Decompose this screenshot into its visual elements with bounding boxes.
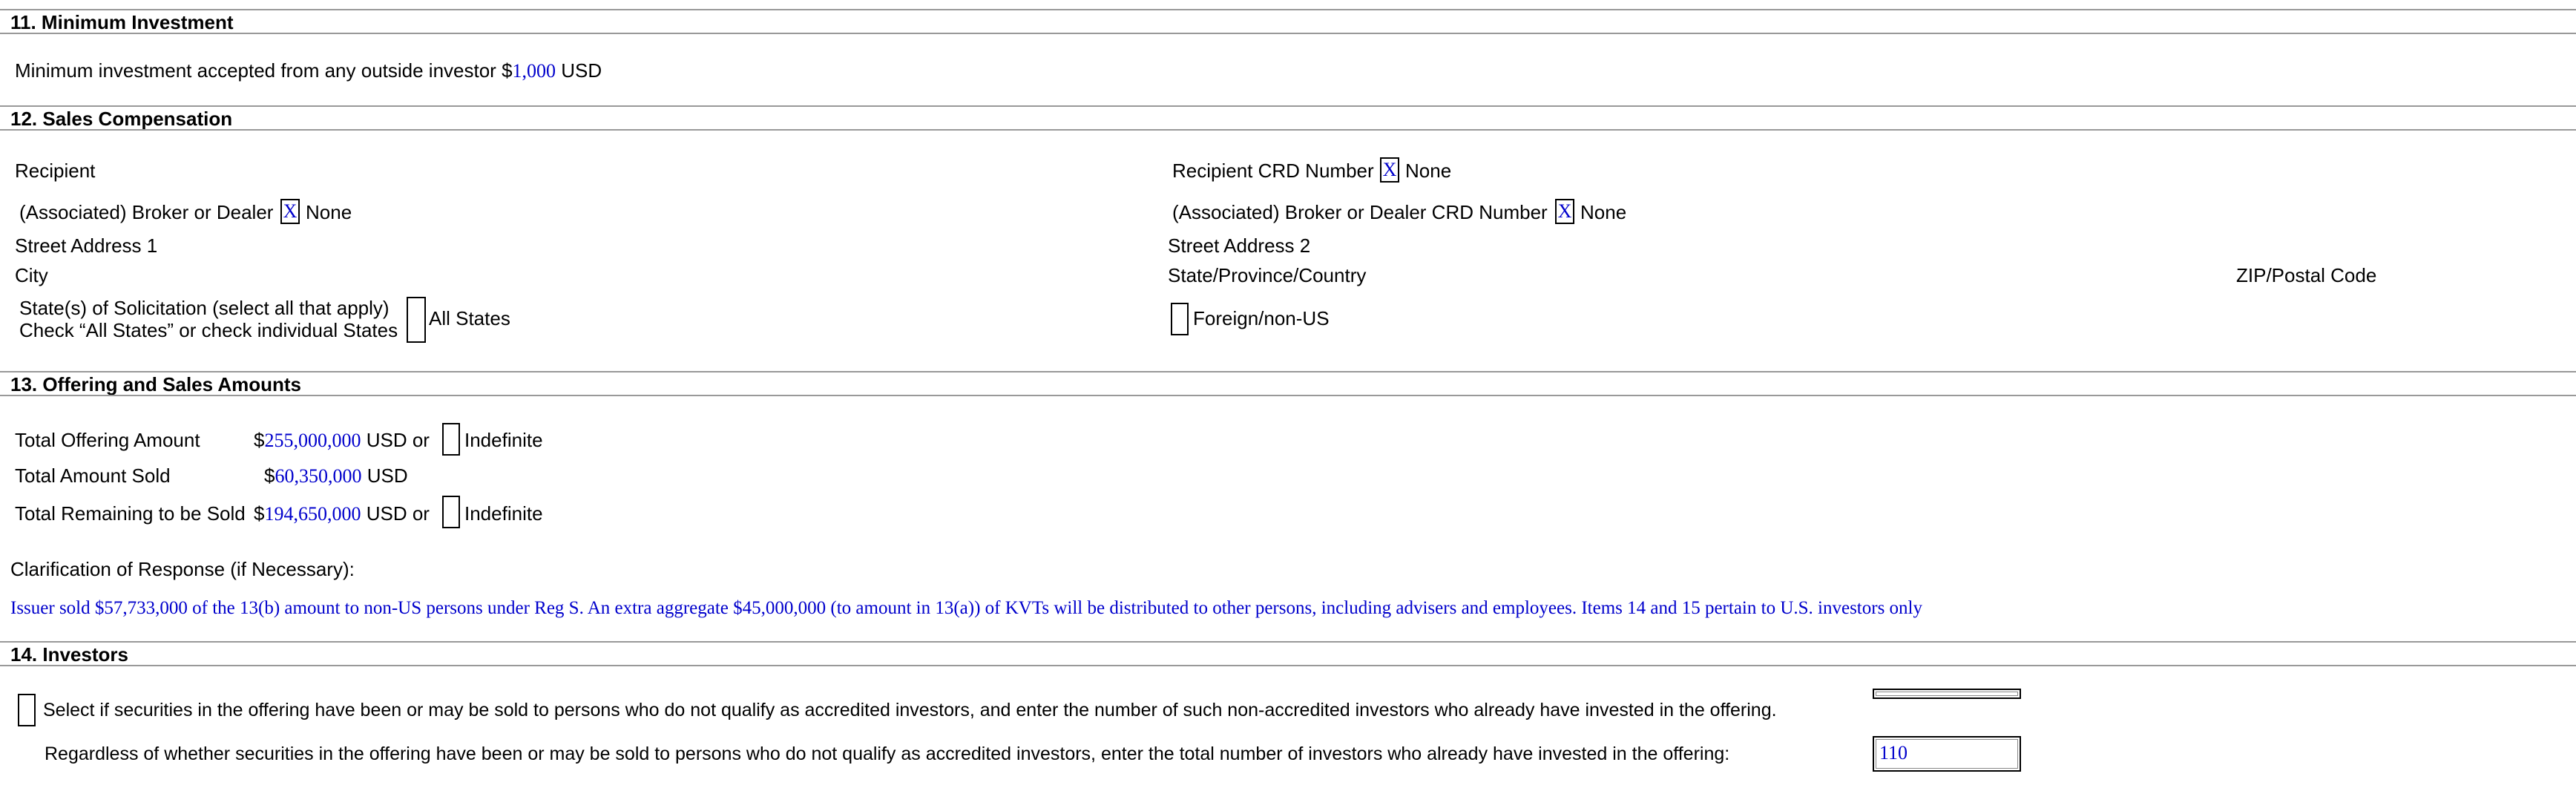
recipient-label: Recipient [15, 160, 96, 182]
total-sold-value: 60,350,000 [275, 465, 362, 487]
broker-label: (Associated) Broker or Dealer [19, 201, 274, 223]
currency-unit: USD [561, 59, 602, 82]
section-12-title: 12. Sales Compensation [10, 108, 233, 130]
broker-none-label: None [306, 201, 352, 223]
state-label: State/Province/Country [1168, 264, 1367, 286]
total-sold-label: Total Amount Sold [15, 464, 171, 487]
currency-symbol: $ [264, 464, 275, 487]
total-investors-label: Regardless of whether securities in the … [45, 743, 1730, 764]
currency-symbol: $ [254, 429, 265, 451]
total-sold-row: $60,350,000 USD [264, 464, 408, 487]
non-accredited-label: Select if securities in the offering hav… [43, 700, 1777, 720]
total-remaining-label: Total Remaining to be Sold [15, 502, 246, 525]
currency-unit: USD [366, 429, 407, 451]
broker-crd-label: (Associated) Broker or Dealer CRD Number [1172, 201, 1548, 223]
currency-unit: USD [367, 464, 408, 487]
total-offering-row: $255,000,000 USD or [254, 429, 430, 452]
divider [0, 371, 2576, 372]
non-accredited-checkbox[interactable] [18, 694, 36, 726]
total-offering-indefinite-checkbox[interactable] [442, 423, 460, 456]
divider [0, 395, 2576, 396]
broker-crd-none-label: None [1580, 201, 1627, 223]
total-investors-value: 110 [1876, 739, 2018, 769]
clarification-text: Issuer sold $57,733,000 of the 13(b) amo… [10, 598, 1922, 618]
divider [0, 33, 2576, 34]
section-11-title: 11. Minimum Investment [10, 11, 234, 33]
or-label: or [412, 502, 430, 525]
total-offering-value: 255,000,000 [264, 430, 361, 451]
total-remaining-indefinite-checkbox[interactable] [442, 496, 460, 528]
recipient-crd-label: Recipient CRD Number [1172, 160, 1374, 182]
currency-symbol: $ [502, 59, 513, 82]
indefinite-label: Indefinite [464, 429, 543, 451]
section-14-title: 14. Investors [10, 643, 128, 666]
street-address-1-label: Street Address 1 [15, 234, 158, 257]
divider [0, 665, 2576, 666]
all-states-label: All States [429, 307, 510, 329]
solicitation-line-1: State(s) of Solicitation (select all tha… [19, 297, 390, 319]
non-accredited-count-field[interactable] [1873, 689, 2021, 699]
min-investment-value: 1,000 [512, 60, 556, 82]
foreign-label: Foreign/non-US [1193, 307, 1330, 329]
broker-crd-none-checkbox[interactable]: X [1555, 199, 1574, 224]
total-remaining-value: 194,650,000 [264, 503, 361, 525]
currency-symbol: $ [254, 502, 265, 525]
min-investment-row: Minimum investment accepted from any out… [15, 59, 602, 82]
broker-none-checkbox[interactable]: X [280, 199, 300, 224]
total-offering-label: Total Offering Amount [15, 429, 200, 451]
city-label: City [15, 264, 48, 286]
total-remaining-row: $194,650,000 USD or [254, 502, 430, 525]
foreign-checkbox[interactable] [1171, 303, 1189, 335]
divider [0, 129, 2576, 131]
clarification-label: Clarification of Response (if Necessary)… [10, 558, 355, 580]
total-investors-field[interactable]: 110 [1873, 736, 2021, 772]
all-states-checkbox[interactable] [407, 297, 426, 343]
street-address-2-label: Street Address 2 [1168, 234, 1311, 257]
recipient-crd-none-checkbox[interactable]: X [1380, 157, 1399, 183]
divider [0, 105, 2576, 107]
divider [0, 641, 2576, 643]
solicitation-line-2: Check “All States” or check individual S… [19, 319, 398, 341]
currency-unit: USD [366, 502, 407, 525]
divider [0, 9, 2576, 10]
zip-label: ZIP/Postal Code [2236, 264, 2377, 286]
recipient-crd-none-label: None [1405, 160, 1452, 182]
indefinite-label: Indefinite [464, 502, 543, 525]
section-13-title: 13. Offering and Sales Amounts [10, 373, 302, 395]
min-investment-label: Minimum investment accepted from any out… [15, 59, 496, 82]
non-accredited-count-value [1876, 692, 2018, 696]
or-label: or [412, 429, 430, 451]
